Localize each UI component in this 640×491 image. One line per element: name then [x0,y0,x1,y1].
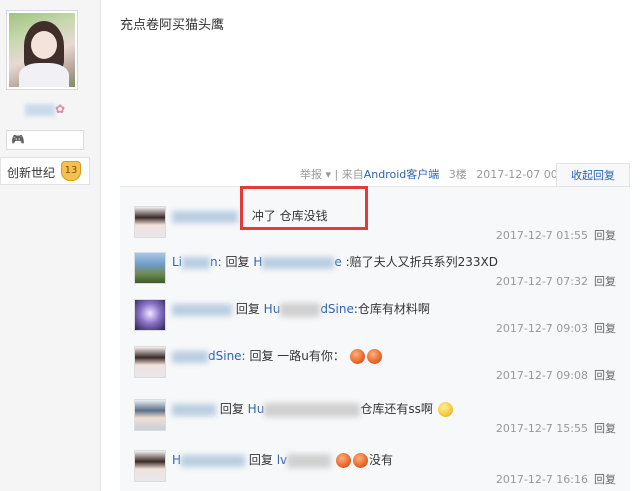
user-sidebar: ✿ 🎮 创新世纪 13 [0,0,101,491]
reply-text: 回复 Hu 仓库还有ss啊 [172,400,454,418]
avatar-image [9,13,75,87]
page-root: ✿ 🎮 创新世纪 13 充点卷阿买猫头鹰 举报 ▾ | 来自Android客户端… [0,0,640,491]
reply-content: :仓库有材料啊 [353,302,430,316]
reply-avatar[interactable] [134,252,166,284]
reply-time: 2017-12-7 15:55 [495,422,588,435]
reply-button[interactable]: 回复 [594,369,616,382]
reply-target[interactable]: lv [277,453,287,467]
level-badge[interactable]: 创新世纪 13 [0,157,90,185]
flower-icon: ✿ [55,102,66,116]
reply-item: Li n: 回复 He :赔了夫人又折兵系列233XD 2017-12-7 07:… [120,239,630,289]
level-number-icon: 13 [61,161,81,181]
reply-keyword: 回复 [225,255,250,269]
reply-text: 回复 Hu dSine:仓库有材料啊 [172,300,430,318]
reply-list: 冲了 仓库没钱 2017-12-7 01:55 回复 Li n: 回复 He :赔了… [120,186,630,491]
game-badge[interactable]: 🎮 [6,130,84,150]
emoji-icon [349,349,365,364]
reply-item: 回复 Hu dSine:仓库有材料啊 2017-12-7 09:03 回复 [120,286,630,336]
highlight-box [240,186,368,230]
emoji-icon [366,349,382,364]
username-blurred[interactable] [25,104,55,116]
chevron-down-icon: ▾ [325,168,332,181]
reply-avatar[interactable] [134,450,166,482]
collapse-replies-button[interactable]: 收起回复 [556,163,630,188]
client-link[interactable]: Android客户端 [364,168,440,181]
reply-time-row: 2017-12-7 16:16 回复 [496,471,616,487]
reply-username-blurred[interactable] [172,403,216,416]
reply-item: dSine: 回复 一路u有你： 2017-12-7 09:08 回复 [120,333,630,383]
reply-text: Li n: 回复 He :赔了夫人又折兵系列233XD [172,255,499,269]
reply-username-blurred[interactable] [172,210,238,223]
reply-target[interactable]: H [253,255,262,269]
reply-item: 回复 Hu 仓库还有ss啊 2017-12-7 15:55 回复 [120,386,630,436]
reply-avatar[interactable] [134,206,166,238]
reply-username[interactable]: H [172,453,181,467]
reply-time-row: 2017-12-7 09:08 回复 [496,367,616,383]
reply-button[interactable]: 回复 [594,422,616,435]
reply-button[interactable]: 回复 [594,473,616,486]
reply-item: H 回复 lv 没有 2017-12-7 16:16 回复 [120,437,630,487]
post-meta: 举报 ▾ | 来自Android客户端 3楼 2017-12-07 00:48 [300,167,575,183]
reply-time: 2017-12-7 09:08 [495,369,588,382]
reply-keyword: 回复 [219,402,244,416]
report-link[interactable]: 举报 ▾ [300,168,331,181]
emoji-icon [352,453,368,468]
reply-username[interactable]: Li [172,255,182,269]
reply-username-blurred[interactable] [172,350,208,363]
reply-username-blurred[interactable] [172,303,232,316]
reply-time-row: 2017-12-7 15:55 回复 [496,420,616,436]
reply-content: 没有 [368,453,393,467]
source-prefix: | 来自 [334,168,364,181]
level-title: 创新世纪 [7,166,56,180]
reply-target[interactable]: Hu [264,302,281,316]
emoji-icon [335,453,351,468]
reply-keyword: 回复 [235,302,260,316]
post-content: 充点卷阿买猫头鹰 [120,18,225,33]
reply-time: 2017-12-7 16:16 [495,473,588,486]
reply-keyword: 回复 [249,349,274,363]
reply-content: 一路u有你： [277,349,345,363]
floor-number: 3楼 [448,168,467,181]
reply-avatar[interactable] [134,299,166,331]
reply-content: :赔了夫人又折兵系列233XD [345,255,499,269]
reply-avatar[interactable] [134,399,166,431]
user-avatar[interactable] [6,10,78,90]
emoji-icon [437,402,453,417]
reply-avatar[interactable] [134,346,166,378]
reply-text: H 回复 lv 没有 [172,451,393,469]
reply-target[interactable]: Hu [248,402,265,416]
gamepad-icon: 🎮 [11,133,25,146]
reply-content: 仓库还有ss啊 [360,402,433,416]
reply-keyword: 回复 [248,453,273,467]
reply-text: dSine: 回复 一路u有你： [172,347,383,365]
reply-item: 冲了 仓库没钱 2017-12-7 01:55 回复 [120,193,630,243]
